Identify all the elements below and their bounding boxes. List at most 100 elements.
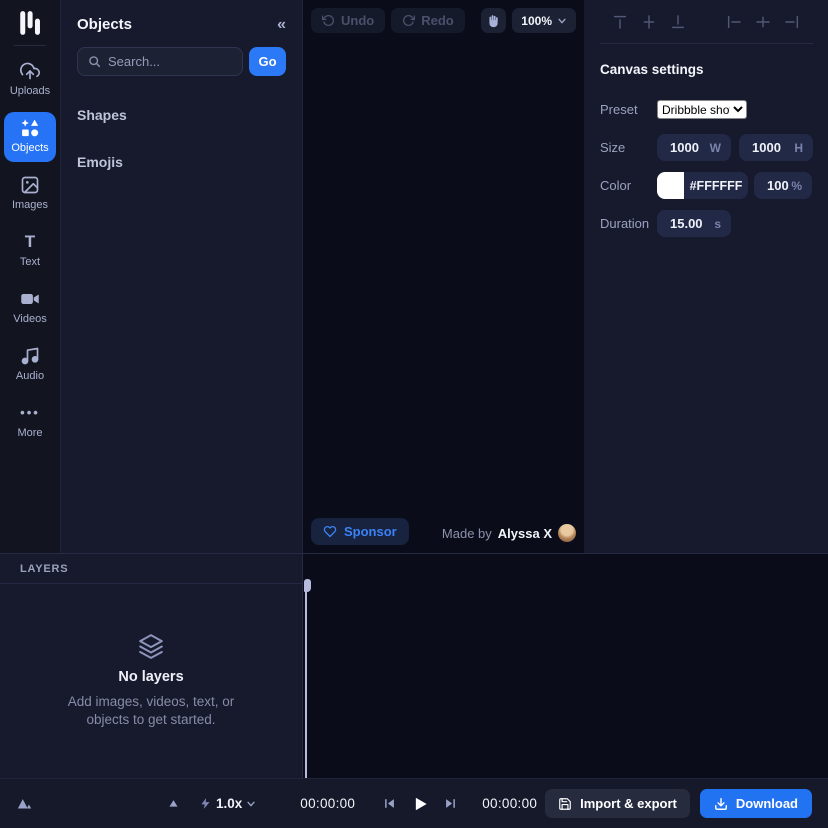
undo-button[interactable]: Undo — [311, 8, 385, 33]
preset-select[interactable]: Dribbble shot — [657, 100, 747, 119]
search-go-button[interactable]: Go — [249, 47, 286, 76]
layers-empty-state: No layers Add images, videos, text, or o… — [0, 584, 302, 777]
avatar — [558, 524, 576, 542]
align-left-icon[interactable] — [726, 14, 742, 30]
align-horizontal-center-icon[interactable] — [755, 14, 771, 30]
sidebar-item-label: Objects — [11, 142, 48, 154]
duration-unit: s — [714, 217, 721, 231]
canvas-height-input[interactable]: 1000 H — [739, 134, 813, 161]
download-icon — [714, 797, 728, 811]
size-label: Size — [600, 140, 657, 155]
mountains-icon[interactable] — [16, 795, 34, 813]
color-hex-input[interactable]: #FFFFFF — [684, 172, 748, 199]
skip-to-start-button[interactable] — [382, 796, 397, 811]
width-unit: W — [710, 141, 721, 155]
search-input[interactable] — [108, 54, 232, 69]
sidebar-item-videos[interactable]: Videos — [4, 283, 56, 333]
sidebar-item-uploads[interactable]: Uploads — [4, 55, 56, 105]
import-export-button[interactable]: Import & export — [545, 789, 690, 818]
ellipsis-icon: ••• — [20, 403, 40, 423]
sidebar-item-label: Uploads — [10, 85, 50, 97]
zoom-level-button[interactable]: 100% — [512, 8, 576, 33]
sidebar-item-text[interactable]: T Text — [4, 226, 56, 276]
align-vertical-center-icon[interactable] — [641, 14, 657, 30]
pan-tool-button[interactable] — [481, 8, 506, 33]
layers-panel: LAYERS No layers Add images, videos, tex… — [0, 554, 303, 778]
image-icon — [20, 175, 40, 195]
hand-icon — [487, 14, 501, 28]
playhead-handle[interactable] — [304, 579, 311, 592]
video-camera-icon — [20, 289, 40, 309]
section-shapes[interactable]: Shapes — [77, 107, 286, 123]
triangle-marker-icon[interactable] — [166, 796, 181, 811]
icon-rail: Uploads Objects Images T Text — [0, 0, 61, 553]
made-by-prefix: Made by — [442, 526, 492, 541]
redo-button[interactable]: Redo — [391, 8, 465, 33]
collapse-panel-icon[interactable]: « — [277, 17, 286, 33]
sidebar-item-label: More — [17, 427, 42, 439]
redo-label: Redo — [421, 13, 454, 28]
canvas-width-value: 1000 — [657, 140, 699, 155]
layers-stack-icon — [138, 633, 164, 659]
play-icon — [410, 794, 430, 814]
sidebar-item-label: Images — [12, 199, 48, 211]
color-label: Color — [600, 178, 657, 193]
heart-icon — [323, 525, 337, 538]
align-bottom-icon[interactable] — [670, 14, 686, 30]
lightning-bolt-icon — [199, 797, 212, 810]
duration-label: Duration — [600, 216, 657, 231]
no-layers-title: No layers — [118, 669, 183, 685]
search-box — [77, 47, 243, 76]
sponsor-button[interactable]: Sponsor — [311, 518, 409, 545]
playhead-line — [305, 590, 307, 778]
skip-to-start-icon — [382, 796, 397, 811]
panel-title: Objects — [77, 16, 132, 33]
bottom-bar: 1.0x 00:00:00 00:00:00 — [0, 778, 828, 828]
main-area: Uploads Objects Images T Text — [0, 0, 828, 554]
color-swatch[interactable] — [657, 172, 684, 199]
canvas-area[interactable]: Undo Redo 100% — [303, 0, 584, 553]
duration-value: 15.00 — [657, 216, 703, 231]
align-right-icon[interactable] — [784, 14, 800, 30]
playback-speed-control[interactable]: 1.0x — [199, 796, 256, 811]
section-emojis[interactable]: Emojis — [77, 154, 286, 170]
canvas-toolbar: Undo Redo 100% — [311, 8, 576, 33]
objects-panel: Objects « Go Shapes Emojis — [61, 0, 303, 553]
chevron-down-icon — [557, 16, 567, 26]
search-icon — [88, 55, 101, 68]
import-export-label: Import & export — [580, 796, 677, 811]
sidebar-item-audio[interactable]: Audio — [4, 340, 56, 390]
sidebar-item-label: Videos — [13, 313, 46, 325]
properties-panel: Canvas settings Preset Dribbble shot Siz… — [584, 0, 828, 553]
sponsor-label: Sponsor — [344, 524, 397, 539]
total-time: 00:00:00 — [482, 796, 537, 811]
height-unit: H — [794, 141, 803, 155]
preset-label: Preset — [600, 102, 657, 117]
duration-input[interactable]: 15.00 s — [657, 210, 731, 237]
color-opacity-input[interactable]: 100 % — [754, 172, 812, 199]
download-button[interactable]: Download — [700, 789, 812, 818]
made-by-credit[interactable]: Made by Alyssa X — [442, 524, 576, 542]
current-time: 00:00:00 — [300, 796, 355, 811]
sidebar-item-objects[interactable]: Objects — [4, 112, 56, 162]
sidebar-item-images[interactable]: Images — [4, 169, 56, 219]
timeline-area[interactable] — [303, 554, 828, 778]
sidebar-item-more[interactable]: ••• More — [4, 397, 56, 447]
align-top-icon[interactable] — [612, 14, 628, 30]
made-by-name: Alyssa X — [498, 526, 552, 541]
zoom-level-value: 100% — [521, 14, 552, 28]
opacity-unit: % — [791, 179, 802, 193]
layers-header: LAYERS — [0, 554, 302, 584]
alignment-toolbar — [600, 0, 813, 44]
app-logo-icon[interactable] — [17, 10, 43, 36]
color-hex-value: #FFFFFF — [690, 179, 743, 193]
undo-icon — [322, 14, 335, 27]
skip-to-end-button[interactable] — [443, 796, 458, 811]
canvas-width-input[interactable]: 1000 W — [657, 134, 731, 161]
save-icon — [558, 797, 572, 811]
no-layers-subtitle: Add images, videos, text, or objects to … — [46, 693, 256, 728]
canvas-settings-title: Canvas settings — [600, 62, 813, 77]
undo-label: Undo — [341, 13, 374, 28]
play-button[interactable] — [410, 794, 430, 814]
music-note-icon — [20, 346, 40, 366]
